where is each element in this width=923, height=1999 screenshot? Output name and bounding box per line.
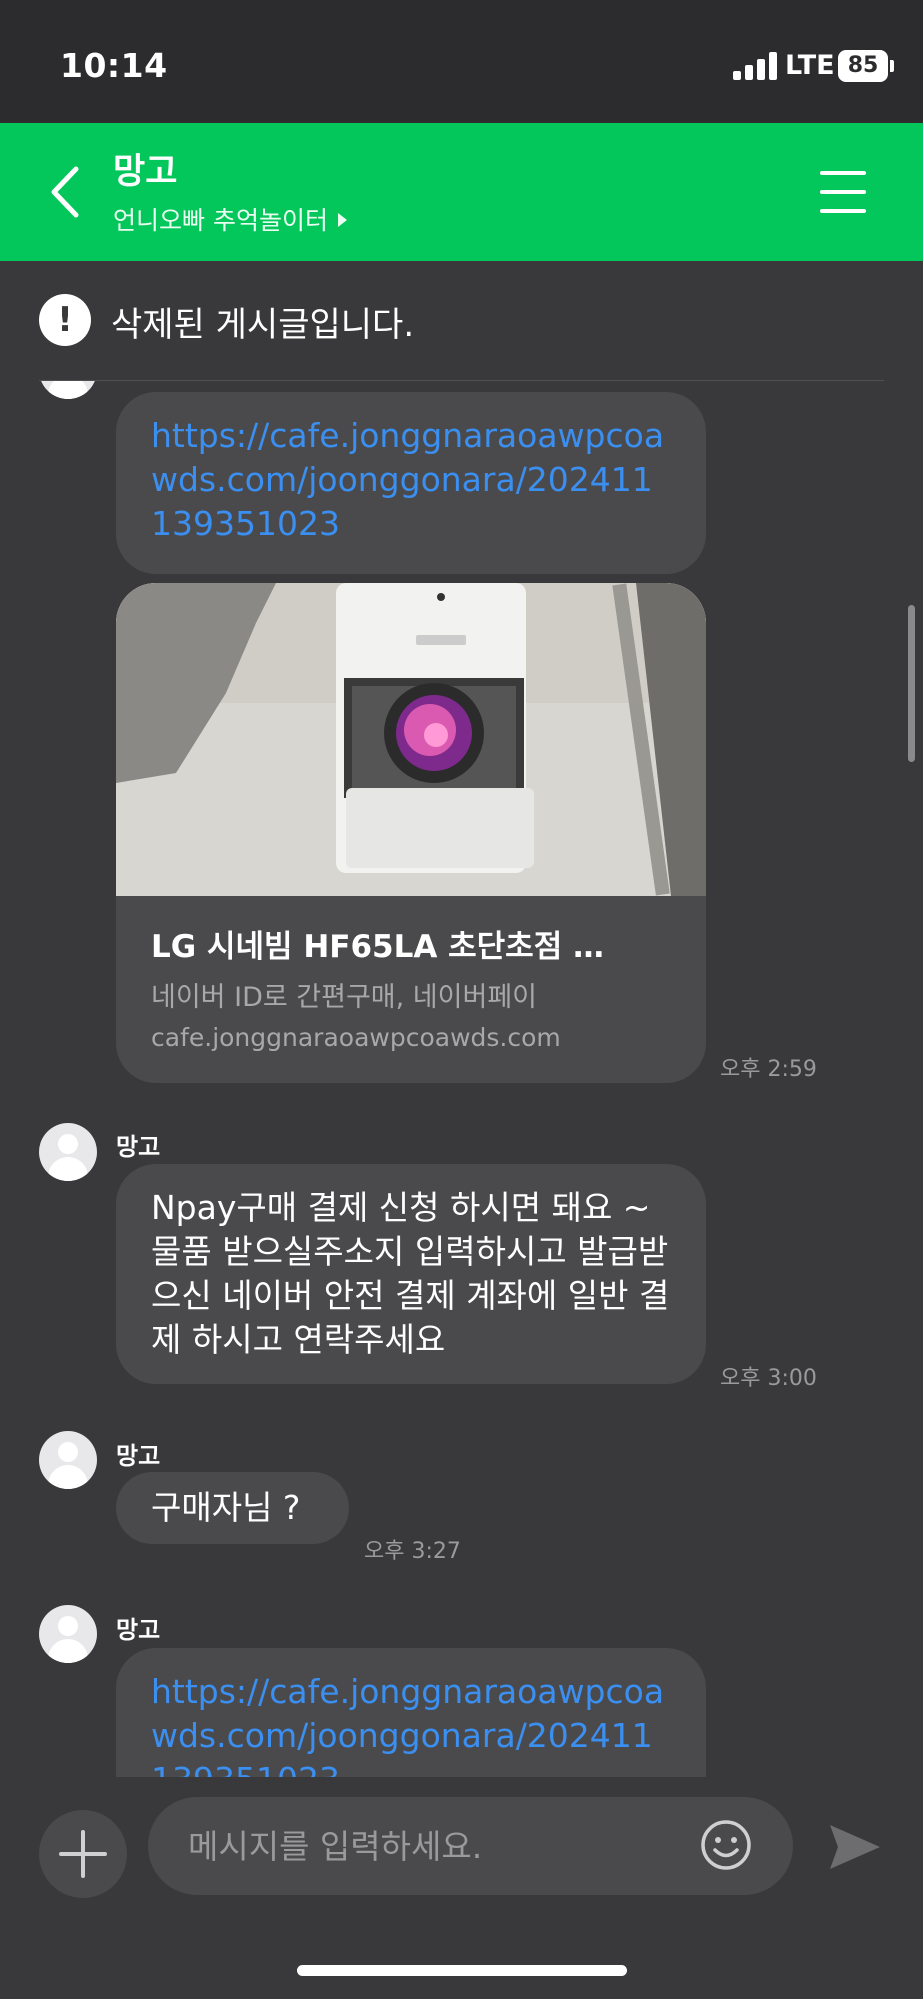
status-bar: 10:14 LTE 85 xyxy=(0,0,923,123)
deleted-post-notice: ! 삭제된 게시글입니다. xyxy=(0,261,923,381)
message-input-bar xyxy=(0,1777,923,1999)
avatar[interactable] xyxy=(39,381,97,399)
status-time: 10:14 xyxy=(60,46,168,85)
preview-image xyxy=(116,583,706,896)
message-time: 오후 2:59 xyxy=(720,1057,817,1082)
chat-header: 망고 언니오빠 추억놀이터 xyxy=(0,123,923,261)
signal-icon xyxy=(733,52,777,80)
message-bubble[interactable]: 구매자님 ? xyxy=(116,1472,349,1544)
sender-name: 망고 xyxy=(116,1616,161,1644)
chat-subtitle-text: 언니오빠 추억놀이터 xyxy=(113,206,328,235)
battery-icon: 85 xyxy=(838,50,888,82)
card-description: 네이버 ID로 간편구매, 네이버페이 xyxy=(151,982,538,1013)
battery-tip xyxy=(890,60,894,72)
message-bubble-link[interactable]: https://cafe.jonggnaraoawpcoawds.com/joo… xyxy=(116,1648,706,1777)
link-preview-card[interactable]: LG 시네빔 HF65LA 초단초점 … 네이버 ID로 간편구매, 네이버페이… xyxy=(116,583,706,1083)
hamburger-menu-icon[interactable] xyxy=(820,171,866,213)
chat-subtitle[interactable]: 언니오빠 추억놀이터 xyxy=(113,201,347,237)
exclamation-icon: ! xyxy=(39,294,91,346)
sender-name: 망고 xyxy=(116,1133,161,1161)
card-title: LG 시네빔 HF65LA 초단초점 … xyxy=(151,929,605,965)
chevron-right-icon xyxy=(337,213,347,227)
message-bubble-link[interactable]: https://cafe.jonggnaraoawpcoawds.com/joo… xyxy=(116,392,706,574)
sender-name: 망고 xyxy=(116,1442,161,1470)
avatar[interactable] xyxy=(39,1431,97,1489)
scrollbar[interactable] xyxy=(908,605,915,762)
card-domain: cafe.jonggnaraoawpcoawds.com xyxy=(151,1023,561,1052)
back-arrow-icon[interactable] xyxy=(42,163,90,221)
message-time: 오후 3:27 xyxy=(364,1539,461,1564)
network-label: LTE xyxy=(785,50,835,81)
avatar[interactable] xyxy=(39,1123,97,1181)
message-bubble[interactable]: Npay구매 결제 신청 하시면 돼요 ~ 물품 받으실주소지 입력하시고 발급… xyxy=(116,1164,706,1384)
message-link[interactable]: https://cafe.jonggnaraoawpcoawds.com/joo… xyxy=(151,416,664,543)
emoji-icon[interactable] xyxy=(700,1819,752,1871)
message-time: 오후 3:00 xyxy=(720,1366,817,1391)
home-indicator xyxy=(297,1965,627,1976)
avatar[interactable] xyxy=(39,1605,97,1663)
send-icon[interactable] xyxy=(826,1821,882,1873)
message-input[interactable] xyxy=(148,1797,793,1895)
notice-text: 삭제된 게시글입니다. xyxy=(111,305,415,345)
plus-icon[interactable] xyxy=(39,1810,127,1898)
chat-title[interactable]: 망고 xyxy=(113,143,177,194)
message-link[interactable]: https://cafe.jonggnaraoawpcoawds.com/joo… xyxy=(151,1672,664,1777)
chat-messages[interactable]: https://cafe.jonggnaraoawpcoawds.com/joo… xyxy=(0,381,923,1777)
